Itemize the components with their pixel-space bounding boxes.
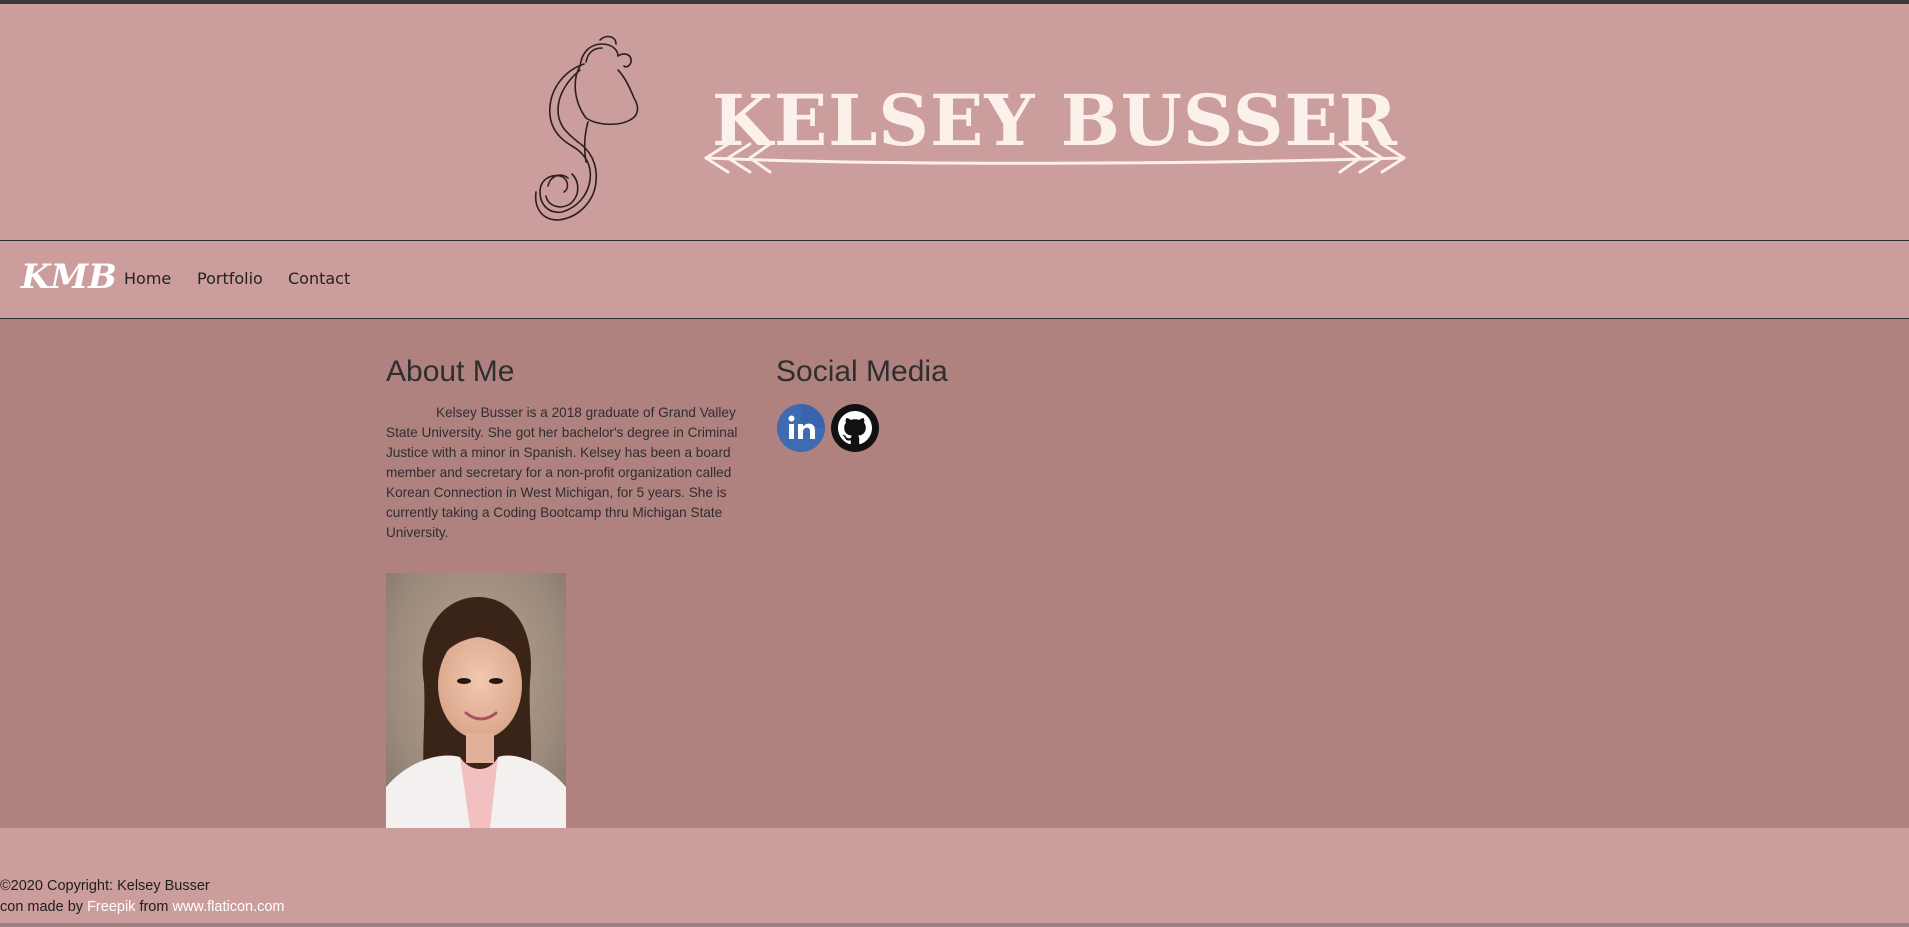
copyright-text: ©2020 Copyright: Kelsey Busser (0, 878, 210, 894)
credit-prefix: con made by (0, 899, 88, 915)
main-navbar: KMB Home Portfolio Contact (0, 241, 1909, 319)
main-content: About Me Kelsey Busser is a 2018 graduat… (0, 319, 1909, 828)
nav-contact-link[interactable]: Contact (288, 269, 350, 289)
site-header: KELSEY BUSSER (0, 4, 1909, 241)
freepik-link[interactable]: Freepik (87, 899, 135, 915)
bottom-border (0, 923, 1909, 927)
nav-brand-link[interactable]: KMB (21, 255, 117, 299)
site-footer: ©2020 Copyright: Kelsey Busser con made … (0, 828, 1909, 927)
profile-photo (386, 573, 566, 828)
nav-home-link[interactable]: Home (124, 269, 171, 289)
about-heading: About Me (386, 355, 515, 388)
credit-middle: from (135, 899, 173, 915)
flaticon-link[interactable]: www.flaticon.com (172, 899, 284, 915)
nav-portfolio-link[interactable]: Portfolio (197, 269, 263, 289)
icon-credit: con made by Freepik from www.flaticon.co… (0, 897, 285, 917)
about-text: Kelsey Busser is a 2018 graduate of Gran… (386, 405, 738, 540)
social-heading: Social Media (776, 355, 948, 388)
github-icon[interactable] (830, 403, 880, 453)
pitcher-pouring-icon (534, 35, 639, 221)
header-banner: KELSEY BUSSER (700, 82, 1410, 186)
linkedin-icon[interactable] (776, 403, 826, 453)
arrow-divider-icon (704, 142, 1406, 174)
